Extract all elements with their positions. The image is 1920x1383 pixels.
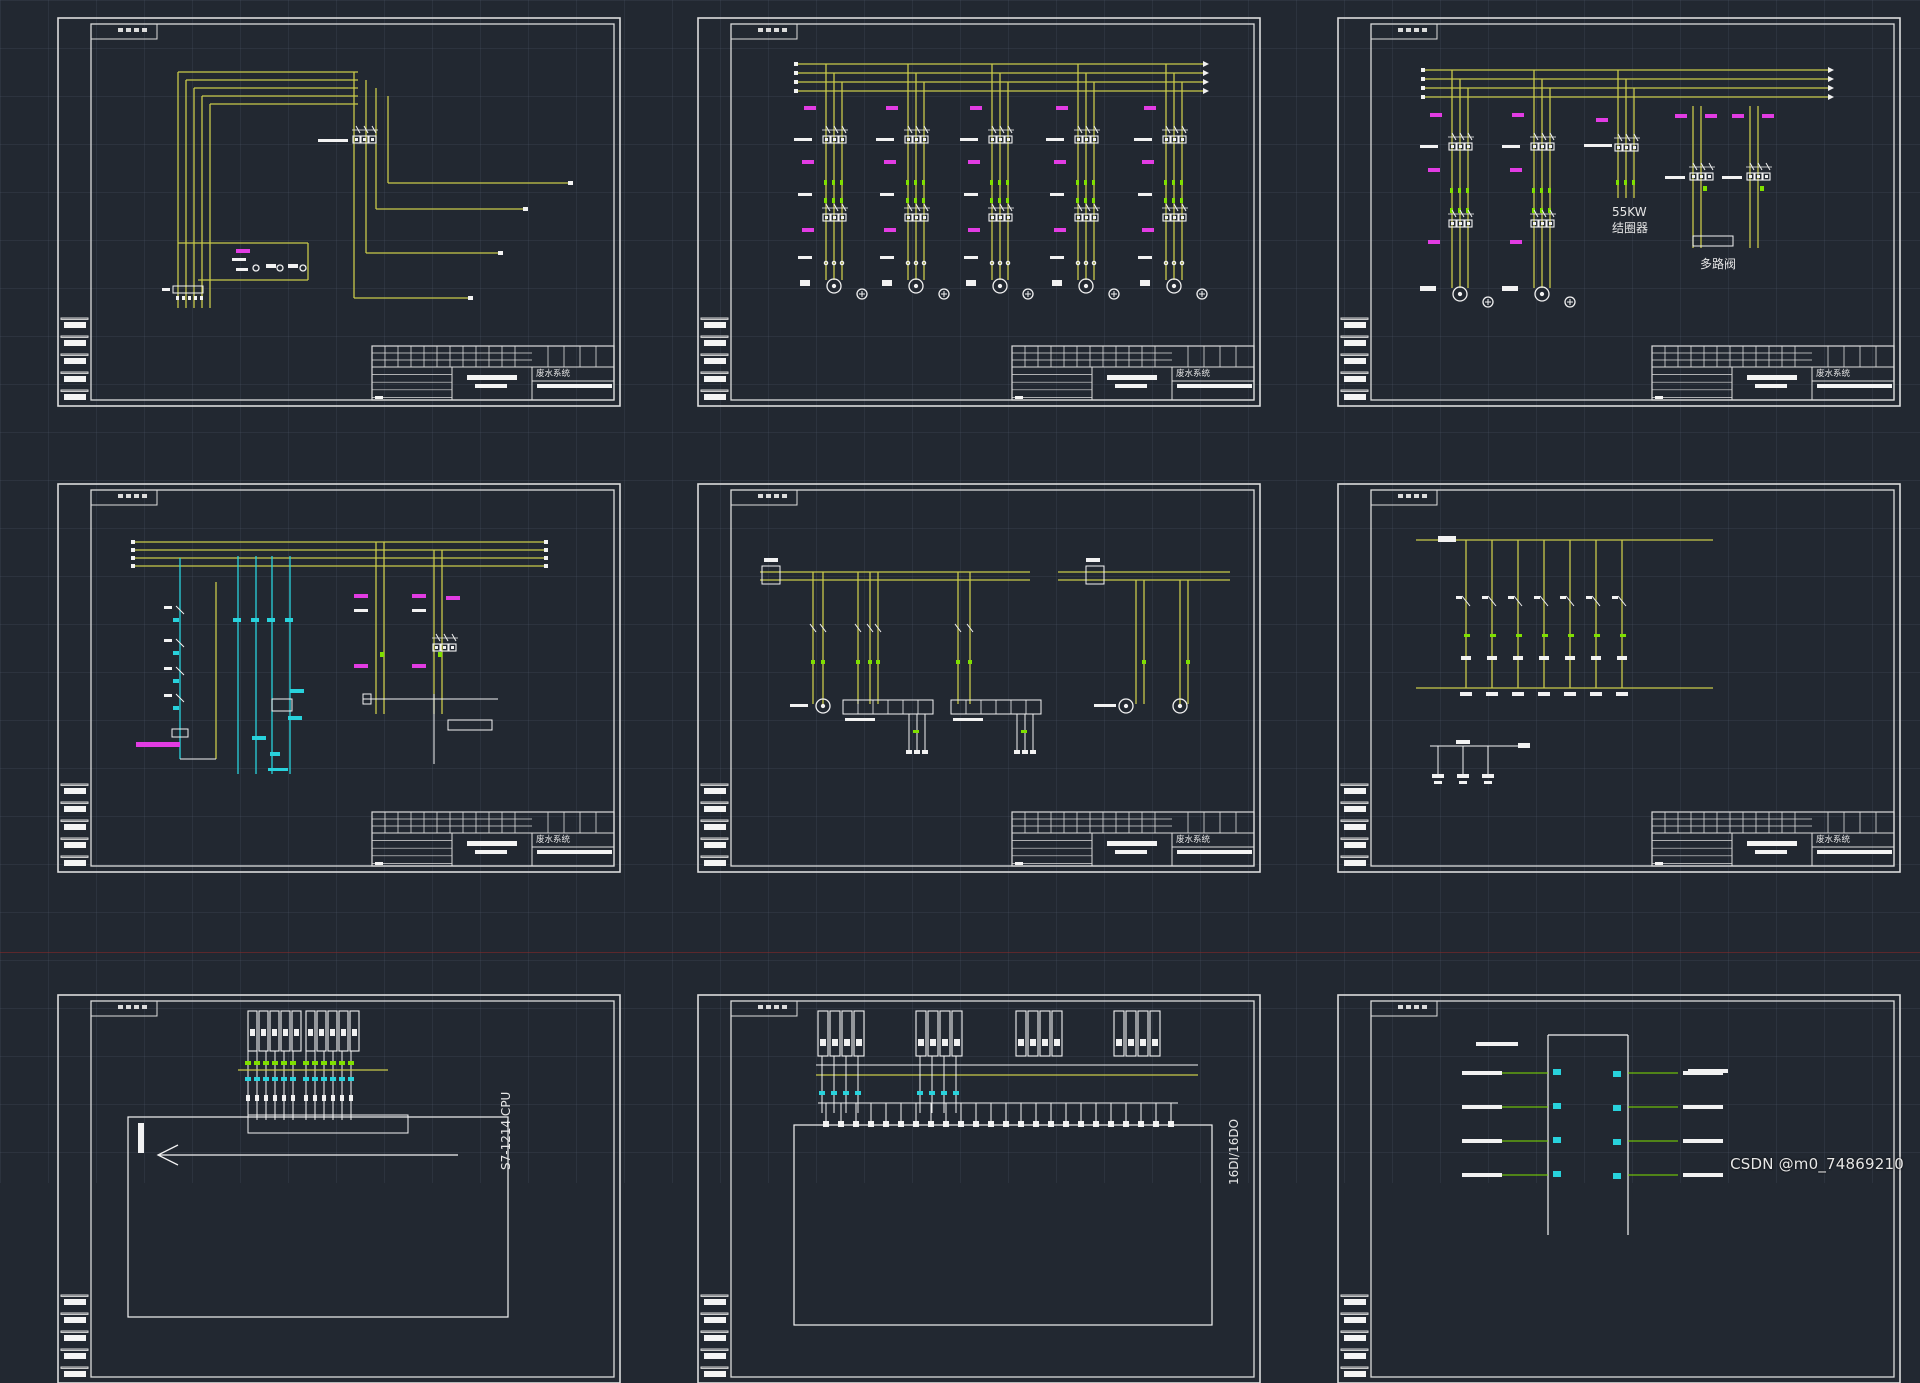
title-block-text: 废水系统	[1176, 368, 1211, 379]
motor-branch	[794, 64, 867, 299]
motor-rating-label: 55KW	[1612, 205, 1647, 219]
drawing-sheet-4[interactable]: 废水系统	[58, 484, 620, 872]
title-block: 废水系统	[1652, 812, 1894, 866]
title-block-text: 废水系统	[1816, 834, 1851, 845]
motor-branch	[1134, 64, 1207, 299]
device-label: 多路阀	[1700, 256, 1736, 271]
title-block-text: 废水系统	[1176, 834, 1211, 845]
motor-branch	[960, 64, 1033, 299]
title-block: 废水系统	[1012, 346, 1254, 400]
motor-branch	[876, 64, 949, 299]
title-block: 废水系统	[1012, 812, 1254, 866]
plc-io-label: 16DI/16DO	[1227, 1119, 1241, 1185]
title-block-text: 废水系统	[1816, 368, 1851, 379]
title-block-text: 废水系统	[536, 368, 571, 379]
watermark-text: CSDN @m0_74869210	[1730, 1155, 1904, 1173]
drawing-sheet-6[interactable]: 废水系统	[1338, 484, 1900, 872]
motor-note-label: 结圈器	[1612, 221, 1648, 235]
title-block: 废水系统	[372, 812, 614, 866]
drawing-sheet-1[interactable]: 废水系统	[58, 18, 620, 406]
ucs-x-axis-line	[0, 952, 1920, 953]
title-block-text: 废水系统	[536, 834, 571, 845]
cad-model-space[interactable]: 废水系统废水系统废水系统55KW结圈器多路阀废水系统废水系统废水系统S7-121…	[0, 0, 1920, 1183]
drawing-sheet-2[interactable]: 废水系统	[698, 18, 1260, 406]
title-block: 废水系统	[372, 346, 614, 400]
drawing-sheet-9[interactable]	[1338, 995, 1900, 1383]
drawing-sheet-3[interactable]: 废水系统 55KW 结圈器多路阀	[1338, 18, 1900, 406]
title-block: 废水系统	[1652, 346, 1894, 400]
drawing-sheet-8[interactable]: 16DI/16DO	[698, 995, 1260, 1383]
motor-branch	[1046, 64, 1119, 299]
plc-cpu-label: S7-1214 CPU	[499, 1092, 513, 1170]
drawing-sheet-7[interactable]: S7-1214 CPU	[58, 995, 620, 1383]
drawing-sheet-5[interactable]: 废水系统	[698, 484, 1260, 872]
